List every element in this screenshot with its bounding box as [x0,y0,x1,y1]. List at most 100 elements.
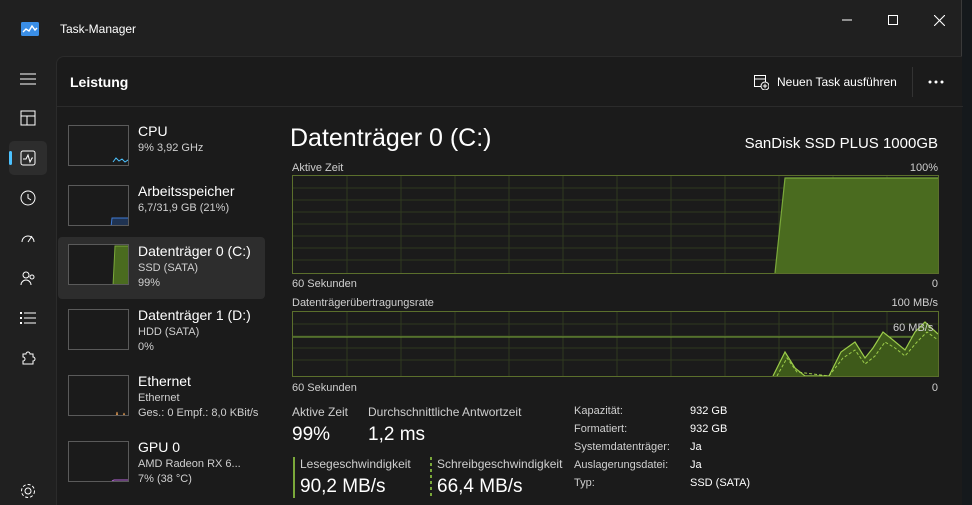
more-dots-icon [928,80,944,84]
run-new-task-label: Neuen Task ausführen [777,75,897,89]
device-detail: 9% 3,92 GHz [138,142,204,154]
graph1-time-label: 60 Sekunden [292,278,357,290]
property-value: Ja [690,441,702,453]
gpu-thumbnail-graph [68,441,129,482]
maximize-icon [888,15,898,25]
device-type: Ethernet [138,392,180,404]
users-icon [20,271,35,286]
property-key: Typ: [574,477,595,489]
active-time-graph [292,175,939,274]
device-item-ethernet[interactable]: Ethernet Ethernet Ges.: 0 Empf.: 8,0 KBi… [58,370,265,432]
device-type: SSD (SATA) [138,262,199,274]
disk-0-thumbnail-graph [68,244,129,285]
nav-app-history-button[interactable] [9,181,47,215]
device-name: CPU [138,123,168,139]
property-value: 932 GB [690,405,728,417]
device-name: Datenträger 0 (C:) [138,243,251,259]
active-time-value: 99% [292,424,331,445]
device-item-disk-0[interactable]: Datenträger 0 (C:) SSD (SATA) 99% [58,237,265,299]
nav-performance-button[interactable] [9,141,47,175]
property-value: SSD (SATA) [690,477,751,489]
detail-title: Datenträger 0 (C:) [290,124,492,152]
write-speed-label: Schreibgeschwindigkeit [437,457,563,471]
device-item-memory[interactable]: Arbeitsspeicher 6,7/31,9 GB (21%) [58,180,265,242]
graph2-min-label: 0 [931,382,938,394]
graph1-min-label: 0 [931,278,938,290]
device-type: HDD (SATA) [138,326,200,338]
graph2-label: Datenträgerübertragungsrate [292,297,434,309]
write-speed-indicator [430,457,432,498]
read-speed-label: Lesegeschwindigkeit [300,457,411,471]
task-manager-window: Task-Manager Leistung Neuen Task ausführ… [0,0,963,505]
nav-services-button[interactable] [9,341,47,375]
property-value: 932 GB [690,423,728,435]
property-key: Kapazität: [574,405,623,417]
transfer-rate-graph [292,311,939,377]
nav-startup-apps-button[interactable] [9,221,47,255]
startup-gauge-icon [21,235,35,243]
nav-users-button[interactable] [9,261,47,295]
graph1-label: Aktive Zeit [292,162,344,174]
disk-model: SanDisk SSD PLUS 1000GB [744,135,938,152]
nav-details-button[interactable] [9,301,47,335]
property-value: Ja [690,459,702,471]
maximize-button[interactable] [870,6,916,34]
header-divider [912,67,913,97]
write-speed-value: 66,4 MB/s [437,476,523,497]
task-manager-app-icon [21,22,39,36]
disk-1-thumbnail-graph [68,309,129,350]
active-time-label: Aktive Zeit [292,405,349,419]
graph2-max-label: 100 MB/s [891,297,938,309]
services-puzzle-icon [22,351,36,365]
device-name: Arbeitsspeicher [138,183,235,199]
read-speed-indicator [293,457,295,498]
device-detail: 6,7/31,9 GB (21%) [138,202,230,214]
ethernet-thumbnail-graph [68,375,129,416]
device-usage: 99% [138,277,161,289]
property-key: Systemdatenträger: [574,441,670,453]
cpu-thumbnail-graph [68,125,129,166]
read-speed-value: 90,2 MB/s [300,476,386,497]
navigation-rail [0,56,56,505]
graph1-max-label: 100% [909,162,938,174]
minimize-button[interactable] [824,6,870,34]
hamburger-menu-button[interactable] [9,62,47,96]
processes-icon [20,110,36,126]
device-usage: 0% [138,341,154,353]
device-usage: 7% (38 °C) [138,473,192,485]
memory-thumbnail-graph [68,185,129,226]
device-item-gpu-0[interactable]: GPU 0 AMD Radeon RX 6... 7% (38 °C) [58,436,265,498]
device-name: GPU 0 [138,439,181,455]
desktop-background [962,0,972,505]
device-name: Datenträger 1 (D:) [138,307,251,323]
graph2-marker-label: 60 MB/s [893,322,934,334]
run-new-task-button[interactable]: Neuen Task ausführen [754,72,897,92]
nav-processes-button[interactable] [9,101,47,135]
graph2-time-label: 60 Sekunden [292,382,357,394]
window-title: Task-Manager [60,22,137,36]
page-header: Leistung Neuen Task ausführen [57,57,963,107]
device-throughput: Ges.: 0 Empf.: 8,0 KBit/s [138,407,259,419]
device-model: AMD Radeon RX 6... [138,458,241,470]
more-options-button[interactable] [923,71,949,93]
response-time-label: Durchschnittliche Antwortzeit [368,405,522,419]
performance-icon [20,150,36,166]
history-icon [20,190,36,206]
performance-page: Leistung Neuen Task ausführen CPU 9% 3,9… [56,56,963,505]
page-title: Leistung [70,74,129,90]
gear-icon [21,484,35,498]
device-item-cpu[interactable]: CPU 9% 3,92 GHz [58,120,265,182]
close-icon [933,14,945,26]
property-key: Auslagerungsdatei: [574,459,669,471]
new-task-icon [754,74,769,90]
minimize-icon [842,19,852,21]
title-bar: Task-Manager [0,0,962,56]
device-item-disk-1[interactable]: Datenträger 1 (D:) HDD (SATA) 0% [58,304,265,366]
nav-settings-button[interactable] [9,474,47,505]
close-button[interactable] [916,6,962,34]
device-name: Ethernet [138,373,191,389]
hamburger-icon [20,73,36,85]
property-key: Formatiert: [574,423,628,435]
details-list-icon [20,312,36,324]
response-time-value: 1,2 ms [368,424,426,445]
